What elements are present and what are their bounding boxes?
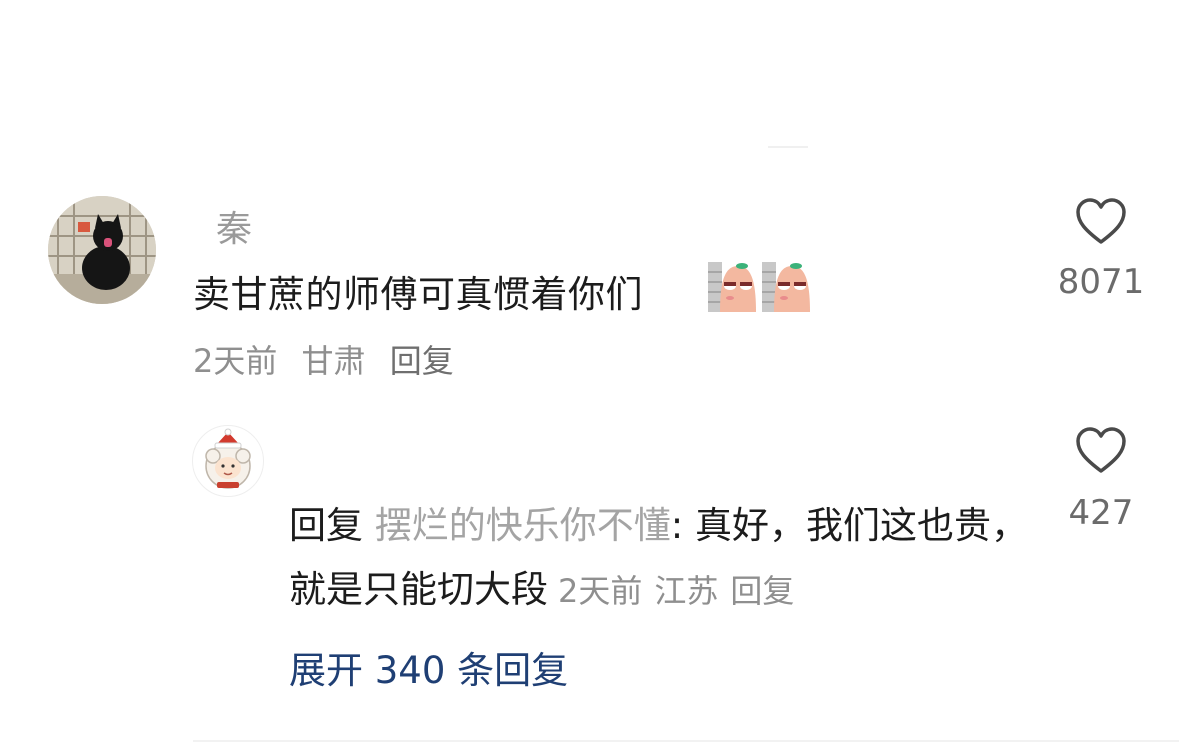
reply-avatar[interactable] <box>192 425 264 497</box>
reply-body: 回复 摆烂的快乐你不懂: 真好，我们这也贵，就是只能切大段 2天前 江苏 回复 <box>289 494 1029 623</box>
comment-reply-button[interactable]: 回复 <box>390 342 454 380</box>
comment-location: 甘肃 <box>301 342 366 380</box>
reply-target-username[interactable]: 摆烂的快乐你不懂 <box>375 504 671 547</box>
reply-reply-button[interactable]: 回复 <box>730 572 794 610</box>
comment-like-button[interactable]: 8071 <box>1041 198 1161 302</box>
sweet-potato-sticker-icon <box>708 262 810 312</box>
top-divider <box>768 146 808 148</box>
heart-outline-icon <box>1076 198 1126 244</box>
bottom-divider <box>193 740 1179 742</box>
reply-time: 2天前 <box>558 572 643 610</box>
sheep-avatar-image <box>205 428 251 489</box>
comment-text: 卖甘蔗的师傅可真惯着你们 <box>193 273 643 316</box>
reply-prefix: 回复 <box>289 504 363 547</box>
reply-like-count: 427 <box>1068 493 1134 533</box>
avatar[interactable] <box>48 196 156 304</box>
reply-meta: 2天前 江苏 回复 <box>558 572 794 610</box>
cat-avatar-image <box>48 196 156 304</box>
heart-outline-icon <box>1076 427 1126 473</box>
comment-like-count: 8071 <box>1057 262 1145 302</box>
comment-meta: 2天前 甘肃 回复 <box>193 336 468 382</box>
comment-username[interactable]: 秦 <box>216 200 252 252</box>
reply-location: 江苏 <box>654 572 719 610</box>
reply-like-button[interactable]: 427 <box>1041 427 1161 533</box>
expand-replies-button[interactable]: 展开 340 条回复 <box>289 640 568 694</box>
sticker-group <box>706 258 816 314</box>
comment-time: 2天前 <box>193 342 278 380</box>
